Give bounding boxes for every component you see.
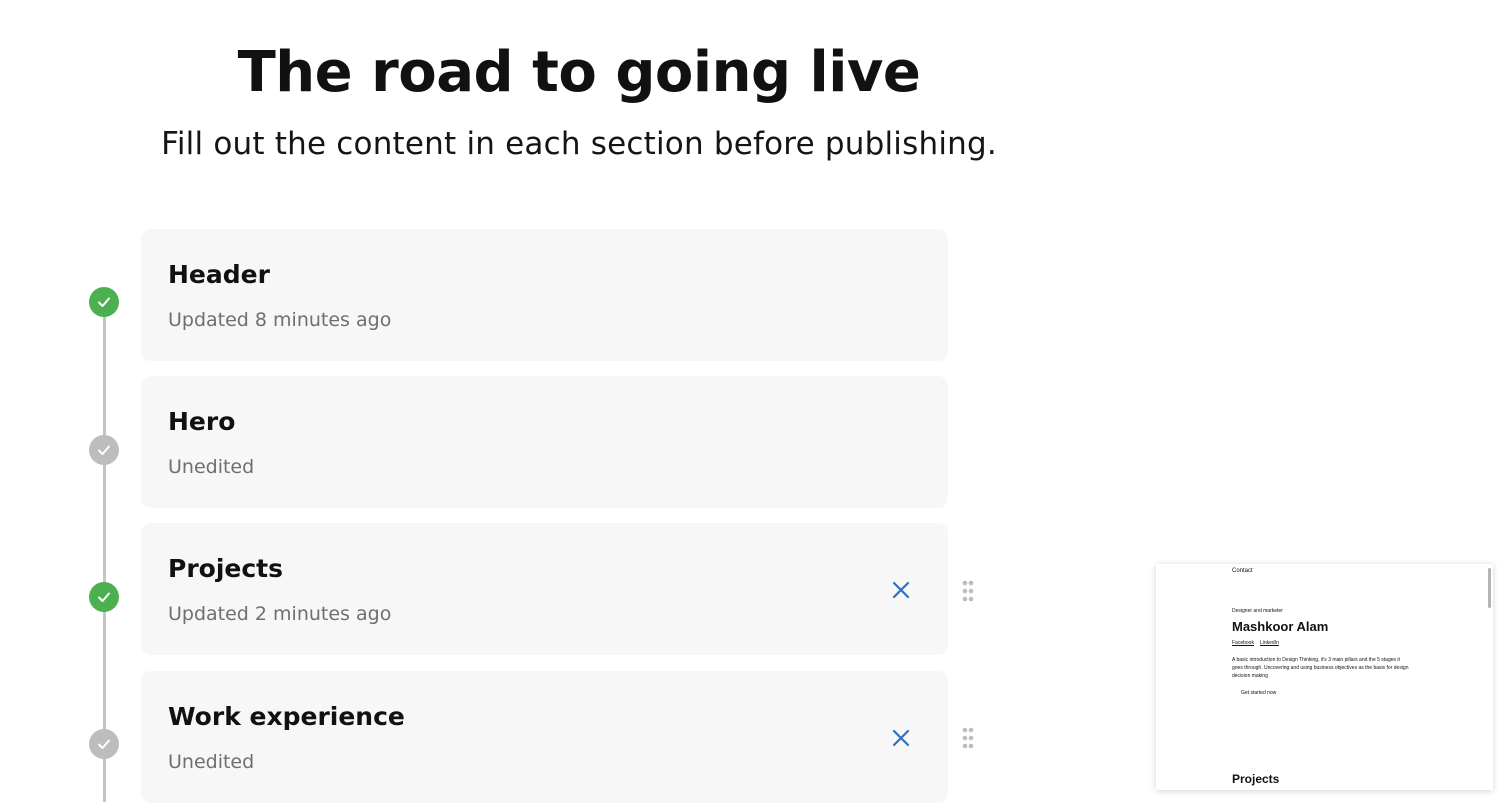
section-title: Projects (168, 554, 284, 583)
preview-links: Facebook LinkedIn (1232, 640, 1285, 646)
preview-name: Mashkoor Alam (1232, 619, 1329, 634)
preview-link-facebook: Facebook (1232, 640, 1254, 646)
preview-nav-contact: Contact (1232, 568, 1253, 574)
step-indicator-work-experience (89, 729, 119, 759)
section-status: Updated 8 minutes ago (168, 309, 392, 331)
page-title: The road to going live (237, 40, 921, 105)
site-preview[interactable]: Contact Designer and marketer Mashkoor A… (1156, 564, 1493, 790)
drag-handle-icon[interactable] (961, 580, 975, 602)
section-card-projects[interactable]: Projects Updated 2 minutes ago (141, 523, 948, 655)
preview-cta: Get started now (1241, 690, 1277, 696)
section-title: Hero (168, 407, 236, 436)
page-subtitle: Fill out the content in each section bef… (161, 126, 997, 162)
section-status: Unedited (168, 456, 255, 478)
timeline-line (103, 300, 106, 802)
section-status: Unedited (168, 751, 255, 773)
remove-section-button[interactable] (890, 579, 912, 601)
section-card-work-experience[interactable]: Work experience Unedited (141, 671, 948, 803)
section-status: Updated 2 minutes ago (168, 603, 392, 625)
check-icon (98, 297, 110, 307)
section-card-header[interactable]: Header Updated 8 minutes ago (141, 229, 948, 361)
section-title: Header (168, 260, 270, 289)
section-card-hero[interactable]: Hero Unedited (141, 376, 948, 508)
check-icon (98, 445, 110, 455)
check-icon (98, 739, 110, 749)
preview-projects-heading: Projects (1232, 772, 1280, 786)
preview-description: A basic introduction to Design Thinking,… (1232, 657, 1409, 679)
remove-section-button[interactable] (890, 727, 912, 749)
drag-handle-icon[interactable] (961, 727, 975, 749)
step-indicator-hero (89, 435, 119, 465)
preview-scrollbar[interactable] (1488, 568, 1491, 608)
section-title: Work experience (168, 702, 405, 731)
preview-role: Designer and marketer (1232, 608, 1283, 614)
step-indicator-header (89, 287, 119, 317)
check-icon (98, 592, 110, 602)
preview-link-linkedin: LinkedIn (1259, 640, 1279, 646)
step-indicator-projects (89, 582, 119, 612)
